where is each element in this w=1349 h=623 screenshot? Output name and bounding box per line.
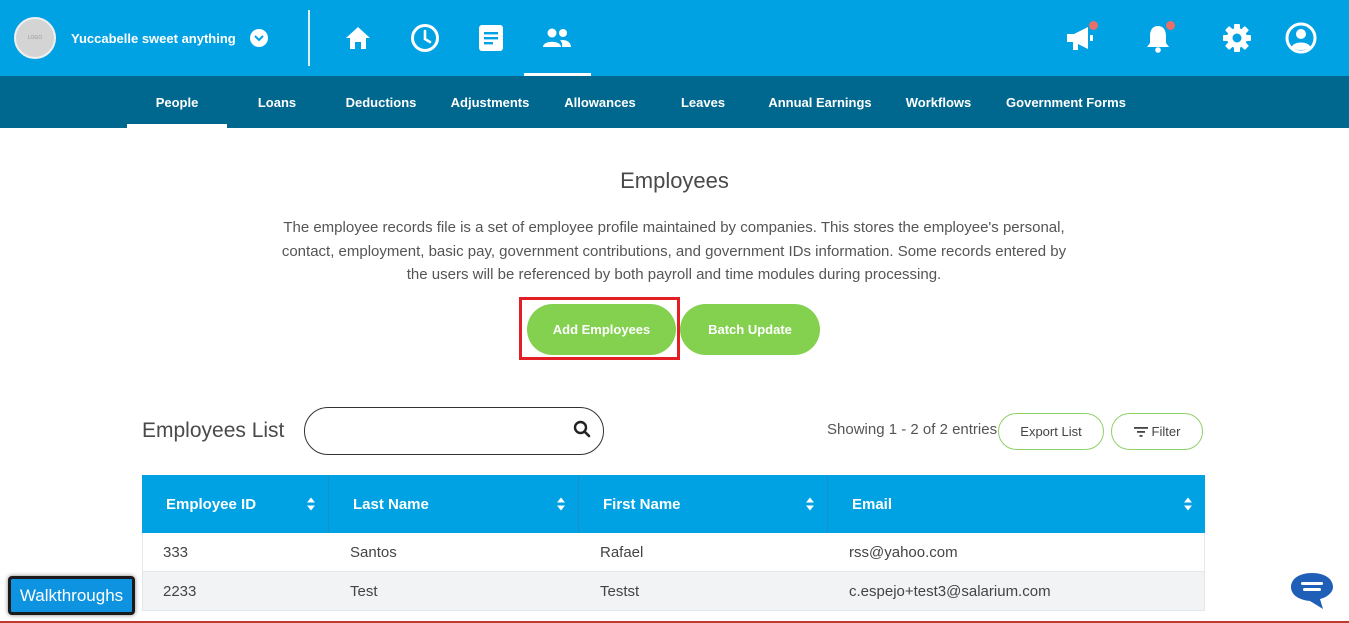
gear-icon[interactable]: [1219, 20, 1255, 56]
walkthroughs-button[interactable]: Walkthroughs: [8, 576, 135, 615]
cell-employee-id: 333: [163, 544, 189, 561]
search-box: [304, 407, 604, 455]
column-header-label: Employee ID: [166, 495, 257, 513]
subnav-item-loans[interactable]: Loans: [247, 76, 307, 128]
column-header-label: Last Name: [353, 495, 429, 513]
employees-table: Employee ID Last Name First Name Email 3…: [142, 475, 1205, 611]
column-header-email[interactable]: Email: [828, 475, 1205, 533]
home-icon[interactable]: [340, 20, 376, 56]
topbar-divider: [308, 10, 310, 66]
search-input[interactable]: [323, 418, 573, 444]
page-description: The employee records file is a set of em…: [281, 219, 1067, 283]
user-icon[interactable]: [1283, 20, 1319, 56]
export-list-button[interactable]: Export List: [998, 413, 1104, 450]
column-header-label: First Name: [603, 495, 681, 513]
company-name: Yuccabelle sweet anything: [71, 30, 236, 46]
people-icon[interactable]: [539, 20, 575, 56]
table-row[interactable]: 2233 Test Testst c.espejo+test3@salarium…: [142, 572, 1205, 611]
sort-icon: [806, 497, 814, 511]
column-header-employee-id[interactable]: Employee ID: [142, 475, 329, 533]
sort-icon: [557, 497, 565, 511]
subnav-item-leaves[interactable]: Leaves: [673, 76, 733, 128]
cell-last-name: Santos: [350, 544, 397, 561]
cell-first-name: Testst: [600, 583, 640, 600]
announcement-dot: [1089, 21, 1098, 30]
column-header-label: Email: [852, 495, 893, 513]
subnav-item-adjustments[interactable]: Adjustments: [444, 76, 536, 128]
notification-dot: [1166, 21, 1175, 30]
employees-list-title: Employees List: [142, 419, 285, 442]
document-icon[interactable]: [473, 20, 509, 56]
cell-email: rss@yahoo.com: [849, 544, 958, 561]
sort-icon: [1184, 497, 1192, 511]
filter-label: Filter: [1151, 424, 1181, 439]
subnav-item-allowances[interactable]: Allowances: [558, 76, 642, 128]
sort-icon: [307, 497, 315, 511]
chat-icon[interactable]: [1289, 571, 1335, 611]
column-header-first-name[interactable]: First Name: [579, 475, 828, 533]
cell-first-name: Rafael: [600, 544, 644, 561]
entries-count: Showing 1 - 2 of 2 entries: [827, 421, 998, 438]
search-icon[interactable]: [573, 420, 591, 443]
subnav-item-annual-earnings[interactable]: Annual Earnings: [762, 76, 878, 128]
batch-update-button[interactable]: Batch Update: [680, 304, 820, 355]
chevron-down-icon[interactable]: [249, 29, 268, 47]
cell-last-name: Test: [350, 583, 378, 600]
subnav-item-people[interactable]: People: [127, 76, 227, 128]
column-header-last-name[interactable]: Last Name: [329, 475, 579, 533]
cell-employee-id: 2233: [163, 583, 197, 600]
filter-button[interactable]: Filter: [1111, 413, 1203, 450]
filter-icon: [1133, 426, 1148, 437]
sub-navigation: People Loans Deductions Adjustments Allo…: [0, 76, 1349, 128]
table-row[interactable]: 333 Santos Rafael rss@yahoo.com: [142, 533, 1205, 572]
highlight-box: [519, 297, 680, 360]
table-header: Employee ID Last Name First Name Email: [142, 475, 1205, 533]
company-switcher[interactable]: LOGO Yuccabelle sweet anything: [14, 17, 268, 59]
subnav-item-government-forms[interactable]: Government Forms: [1002, 76, 1130, 128]
company-avatar: LOGO: [14, 17, 56, 59]
company-avatar-text: LOGO: [27, 35, 43, 41]
subnav-item-workflows[interactable]: Workflows: [900, 76, 977, 128]
cell-email: c.espejo+test3@salarium.com: [849, 583, 1051, 600]
top-bar: LOGO Yuccabelle sweet anything: [0, 0, 1349, 76]
clock-icon[interactable]: [407, 20, 443, 56]
subnav-active-indicator: [127, 124, 227, 128]
subnav-item-deductions[interactable]: Deductions: [339, 76, 423, 128]
page-title: Employees: [620, 168, 729, 193]
